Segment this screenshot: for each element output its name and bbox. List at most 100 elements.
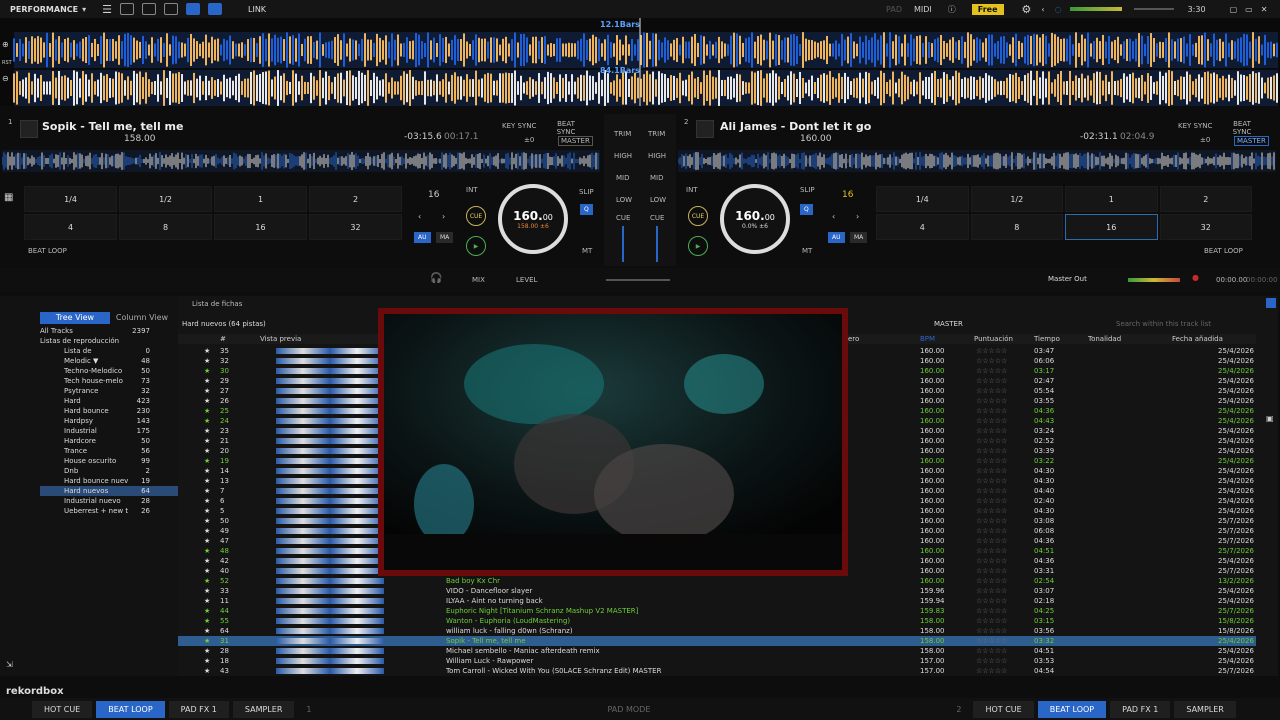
star-icon[interactable]: ★ (204, 416, 210, 426)
col-number[interactable]: # (220, 334, 226, 344)
tree-item[interactable]: Techno-Melodico 50 (40, 366, 178, 376)
track-preview-waveform[interactable] (276, 668, 384, 674)
link-button[interactable]: LINK (248, 5, 266, 14)
track-preview-waveform[interactable] (276, 458, 384, 464)
deck1-pad[interactable]: 16 (214, 214, 307, 240)
tree-item[interactable]: Dnb 2 (40, 466, 178, 476)
deck2-q-button[interactable]: Q (800, 204, 813, 215)
star-icon[interactable]: ★ (204, 376, 210, 386)
deck1-key-shift[interactable]: ±0 (524, 136, 534, 144)
star-icon[interactable]: ★ (204, 666, 210, 676)
track-preview-waveform[interactable] (276, 658, 384, 664)
sidebar-toggle-icon[interactable]: ⇲ (6, 660, 13, 669)
zoom-in-icon[interactable]: ⊕ (2, 40, 9, 49)
table-row[interactable]: ★ ☆☆☆☆☆ 43 Tom Carroll - Wicked With You (S… (178, 666, 1256, 676)
track-preview-waveform[interactable] (276, 588, 384, 594)
star-icon[interactable]: ★ (204, 556, 210, 566)
deck1-mt-button[interactable]: MT (582, 247, 592, 255)
rating-stars[interactable]: ☆☆☆☆☆ (976, 636, 1007, 646)
deck1-q-button[interactable]: Q (580, 204, 593, 215)
table-row[interactable]: ★ ☆☆☆☆☆ 55 Wanton - Euphoria (LoudMastering… (178, 616, 1256, 626)
track-preview-waveform[interactable] (276, 538, 384, 544)
deck1-pad[interactable]: 4 (24, 214, 117, 240)
track-preview-waveform[interactable] (276, 628, 384, 634)
col-time[interactable]: Tiempo (1034, 334, 1060, 344)
star-icon[interactable]: ★ (204, 606, 210, 616)
track-preview-waveform[interactable] (276, 568, 384, 574)
info-icon[interactable]: ⓘ (948, 4, 956, 15)
deck2-pad[interactable]: 1/2 (970, 186, 1063, 212)
deck1-beat-loop[interactable]: BEAT LOOP (28, 247, 67, 255)
grid-icon-right[interactable]: ▣ (1266, 414, 1274, 423)
tree-item[interactable]: Hardcore 50 (40, 436, 178, 446)
column-view-tab[interactable]: Column View (112, 312, 172, 324)
star-icon[interactable]: ★ (204, 526, 210, 536)
deck2-int-button[interactable]: INT (686, 186, 698, 194)
headphones-icon[interactable]: 🎧 (430, 273, 442, 284)
sync-icon[interactable]: ◌ (1055, 5, 1062, 14)
deck1-pad[interactable]: 1/4 (24, 186, 117, 212)
tree-view-tab[interactable]: Tree View (40, 312, 110, 324)
deck2-cue-button[interactable]: CUE (688, 206, 708, 226)
table-row[interactable]: ★ ☆☆☆☆☆ 11 ILYAA - Aint no turning back 159.… (178, 596, 1256, 606)
deck1-sampler-tab[interactable]: SAMPLER (232, 700, 295, 718)
deck2-pad[interactable]: 2 (1159, 186, 1252, 212)
rating-stars[interactable]: ☆☆☆☆☆ (976, 656, 1007, 666)
track-preview-waveform[interactable] (276, 578, 384, 584)
table-row[interactable]: ★ ☆☆☆☆☆ 52 Bad boy Kx Chr 160.00 02:54 13/2/20… (178, 576, 1256, 586)
deck1-grid-icon[interactable]: ▦ (4, 192, 13, 203)
deck2-pad-fx-tab[interactable]: PAD FX 1 (1110, 700, 1171, 718)
track-preview-waveform[interactable] (276, 368, 384, 374)
deck1-jog-wheel[interactable]: 160.00 158.00 ±6 (498, 184, 568, 254)
deck1-int-button[interactable]: INT (466, 186, 478, 194)
deck2-loop-size[interactable]: 16 (842, 190, 853, 200)
rating-stars[interactable]: ☆☆☆☆☆ (976, 596, 1007, 606)
deck1-pad[interactable]: 8 (119, 214, 212, 240)
deck1-play-button[interactable]: ▶ (466, 236, 486, 256)
deck2-ma-button[interactable]: MA (850, 232, 868, 243)
deck2-master-button[interactable]: MASTER (1234, 136, 1269, 146)
track-preview-waveform[interactable] (276, 488, 384, 494)
cue1-label[interactable]: CUE (616, 214, 630, 222)
star-icon[interactable]: ★ (204, 456, 210, 466)
deck2-mt-button[interactable]: MT (802, 247, 812, 255)
rating-stars[interactable]: ☆☆☆☆☆ (976, 436, 1007, 446)
master-column-toggle[interactable]: MASTER (934, 320, 963, 328)
tree-item[interactable]: Lista de 0 (40, 346, 178, 356)
rating-stars[interactable]: ☆☆☆☆☆ (976, 626, 1007, 636)
deck2-pad[interactable]: 4 (876, 214, 969, 240)
col-rating[interactable]: Puntuación (974, 334, 1013, 344)
star-icon[interactable]: ★ (204, 446, 210, 456)
tree-item[interactable]: Tech house-melo 73 (40, 376, 178, 386)
tree-item[interactable]: House oscurito 99 (40, 456, 178, 466)
deck1-pad-fx-tab[interactable]: PAD FX 1 (168, 700, 229, 718)
star-icon[interactable]: ★ (204, 466, 210, 476)
track-preview-waveform[interactable] (276, 378, 384, 384)
rating-stars[interactable]: ☆☆☆☆☆ (976, 616, 1007, 626)
table-row[interactable]: ★ ☆☆☆☆☆ 31 Sopik - Tell me, tell me 158.00 03… (178, 636, 1256, 646)
rating-stars[interactable]: ☆☆☆☆☆ (976, 556, 1007, 566)
star-icon[interactable]: ★ (204, 506, 210, 516)
deck2-mini-waveform[interactable] (677, 150, 1276, 172)
tree-item[interactable]: Psytrance 32 (40, 386, 178, 396)
rating-stars[interactable]: ☆☆☆☆☆ (976, 356, 1007, 366)
cue2-label[interactable]: CUE (650, 214, 664, 222)
deck1-next-icon[interactable]: › (442, 212, 445, 221)
channel2-fader[interactable] (656, 226, 658, 262)
midi-button[interactable]: MIDI (914, 5, 932, 14)
star-icon[interactable]: ★ (204, 656, 210, 666)
minimize-icon[interactable]: ▭ (1245, 5, 1253, 14)
rating-stars[interactable]: ☆☆☆☆☆ (976, 516, 1007, 526)
col-bpm[interactable]: BPM (920, 334, 935, 344)
track-preview-waveform[interactable] (276, 398, 384, 404)
deck2-pad[interactable]: 1 (1065, 186, 1158, 212)
channel1-fader[interactable] (622, 226, 624, 262)
star-icon[interactable]: ★ (204, 496, 210, 506)
star-icon[interactable]: ★ (204, 616, 210, 626)
list-icon[interactable] (1266, 298, 1276, 308)
deck1-beat-loop-tab[interactable]: BEAT LOOP (96, 700, 165, 718)
tree-item[interactable]: Melodic ▼ 48 (40, 356, 178, 366)
track-preview-waveform[interactable] (276, 638, 384, 644)
star-icon[interactable]: ★ (204, 566, 210, 576)
deck1-master-button[interactable]: MASTER (558, 136, 593, 146)
